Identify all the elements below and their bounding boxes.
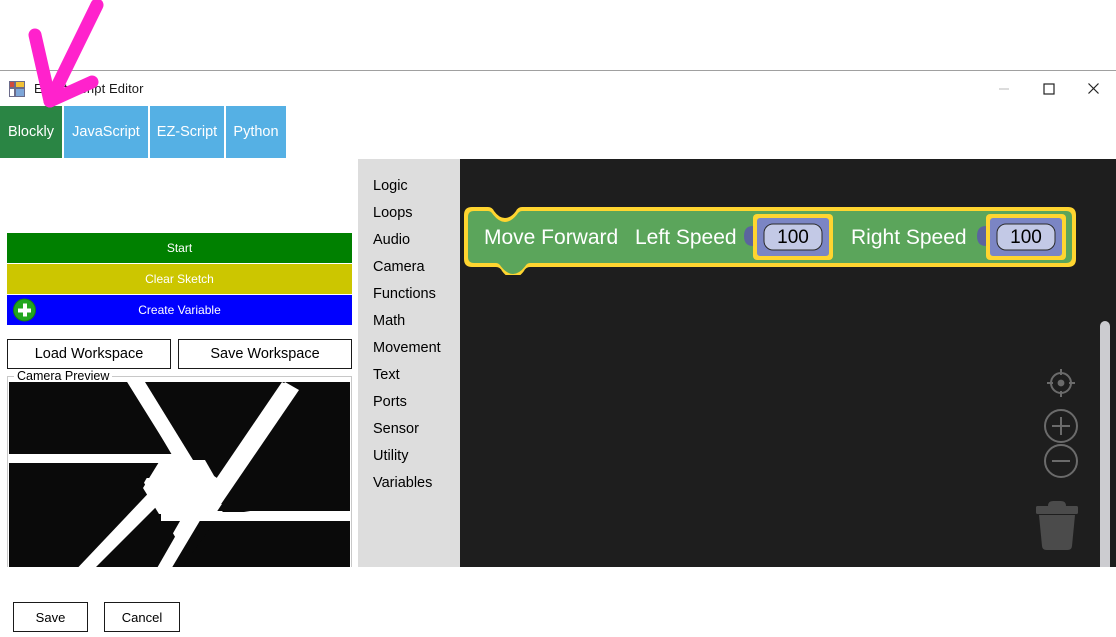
- trash-icon[interactable]: [1034, 499, 1080, 551]
- window-controls: [981, 71, 1116, 106]
- start-button[interactable]: Start: [7, 233, 352, 263]
- create-variable-button-label: Create Variable: [138, 303, 221, 317]
- camera-preview-image: [9, 382, 350, 596]
- close-icon[interactable]: [1071, 71, 1116, 106]
- screenshot-root: Event Script Editor Blockly JavaScript E…: [0, 0, 1116, 637]
- window-title: Event Script Editor: [34, 81, 144, 96]
- block-right-speed-input: 100: [977, 214, 1066, 260]
- category-sensor[interactable]: Sensor: [358, 416, 460, 443]
- cancel-button-label: Cancel: [121, 609, 163, 625]
- create-variable-button[interactable]: Create Variable: [7, 295, 352, 325]
- tab-ez-script[interactable]: EZ-Script: [150, 106, 224, 158]
- app-window-icon: [9, 80, 25, 97]
- block-left-speed-input: 100: [744, 214, 833, 260]
- workspace-vertical-scroll-thumb[interactable]: [1100, 321, 1110, 581]
- save-button[interactable]: Save: [13, 602, 88, 632]
- maximize-icon[interactable]: [1026, 71, 1071, 106]
- cancel-button[interactable]: Cancel: [104, 602, 180, 632]
- block-left-speed-value: 100: [777, 227, 809, 248]
- save-workspace-label: Save Workspace: [210, 346, 320, 362]
- block-left-speed-label: Left Speed: [635, 226, 737, 249]
- block-title: Move Forward: [484, 226, 618, 249]
- category-math[interactable]: Math: [358, 308, 460, 335]
- category-text[interactable]: Text: [358, 362, 460, 389]
- category-loops[interactable]: Loops: [358, 200, 460, 227]
- tab-ez-script-label: EZ-Script: [156, 124, 218, 140]
- tab-blockly[interactable]: Blockly: [0, 106, 62, 158]
- tab-python-label: Python: [233, 124, 279, 140]
- block-category-list: Logic Loops Audio Camera Functions Math …: [358, 159, 460, 497]
- category-audio[interactable]: Audio: [358, 227, 460, 254]
- category-movement[interactable]: Movement: [358, 335, 460, 362]
- workspace-zoom-controls: [1038, 364, 1084, 514]
- category-ports[interactable]: Ports: [358, 389, 460, 416]
- camera-preview-legend: Camera Preview: [14, 369, 113, 383]
- blockly-workspace[interactable]: Move Forward Left Speed 100 Right Speed: [460, 159, 1116, 637]
- category-variables[interactable]: Variables: [358, 470, 460, 497]
- dialog-footer: Save Cancel: [0, 567, 1116, 637]
- load-workspace-button[interactable]: Load Workspace: [7, 339, 171, 369]
- category-camera[interactable]: Camera: [358, 254, 460, 281]
- category-functions[interactable]: Functions: [358, 281, 460, 308]
- block-right-speed-value: 100: [1010, 227, 1042, 248]
- event-script-editor-window: Event Script Editor Blockly JavaScript E…: [0, 70, 1116, 637]
- language-tabs: Blockly JavaScript EZ-Script Python: [0, 106, 1116, 159]
- block-right-speed-label: Right Speed: [851, 226, 967, 249]
- left-control-panel: Start Clear Sketch Create Variable Load …: [0, 159, 358, 637]
- save-workspace-button[interactable]: Save Workspace: [178, 339, 352, 369]
- load-workspace-label: Load Workspace: [34, 346, 144, 362]
- title-bar: Event Script Editor: [0, 71, 1116, 106]
- save-button-label: Save: [35, 609, 66, 625]
- block-move-forward[interactable]: Move Forward Left Speed 100 Right Speed: [464, 203, 1084, 275]
- clear-sketch-button-label: Clear Sketch: [145, 272, 214, 286]
- zoom-out-icon: [1044, 444, 1078, 478]
- tab-python[interactable]: Python: [226, 106, 286, 158]
- category-utility[interactable]: Utility: [358, 443, 460, 470]
- minimize-icon[interactable]: [981, 71, 1026, 106]
- clear-sketch-button[interactable]: Clear Sketch: [7, 264, 352, 294]
- workspace-vertical-scrollbar[interactable]: [1098, 159, 1112, 637]
- editor-body: Start Clear Sketch Create Variable Load …: [0, 159, 1116, 637]
- zoom-in-icon: [1044, 409, 1078, 443]
- block-category-panel: Logic Loops Audio Camera Functions Math …: [358, 159, 460, 637]
- plus-circle-icon: [13, 298, 36, 322]
- start-button-label: Start: [166, 241, 193, 255]
- tab-javascript[interactable]: JavaScript: [64, 106, 148, 158]
- category-logic[interactable]: Logic: [358, 173, 460, 200]
- tab-javascript-label: JavaScript: [72, 124, 140, 140]
- tab-blockly-label: Blockly: [8, 124, 54, 140]
- center-target-icon: [1047, 369, 1075, 397]
